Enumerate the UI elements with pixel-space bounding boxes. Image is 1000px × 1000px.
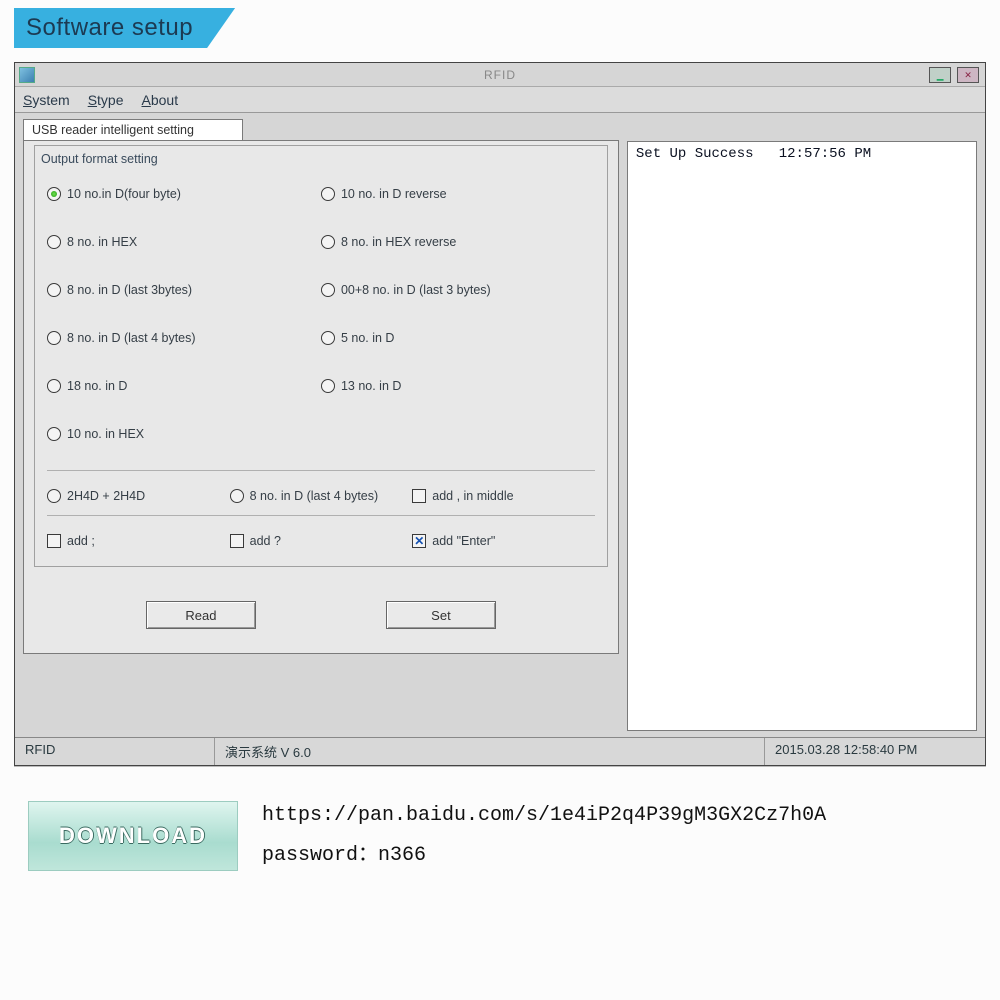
download-info: https://pan.baidu.com/s/1e4iP2q4P39gM3GX… (262, 796, 826, 876)
radio-label: 13 no. in D (341, 379, 401, 393)
radio-8d-last3[interactable] (47, 283, 61, 297)
radio-13d[interactable] (321, 379, 335, 393)
titlebar: RFID ▁ ✕ (15, 63, 985, 87)
radio-label: 2H4D + 2H4D (67, 489, 145, 503)
radio-10d-4byte[interactable] (47, 187, 61, 201)
section-heading-text: Software setup (14, 8, 235, 48)
tab-usb-reader[interactable]: USB reader intelligent setting (23, 119, 243, 140)
check-add-enter[interactable]: ✕ (412, 534, 426, 548)
menubar: System Stype About (15, 87, 985, 113)
check-label: add ? (250, 534, 281, 548)
radio-8hex-reverse[interactable] (321, 235, 335, 249)
radio-label: 8 no. in D (last 3bytes) (67, 283, 192, 297)
password-label: password： (262, 844, 378, 867)
radio-00-8d-last3[interactable] (321, 283, 335, 297)
radio-8d-last4b[interactable] (230, 489, 244, 503)
status-left: RFID (15, 738, 215, 765)
status-mid: 演示系统 V 6.0 (215, 738, 765, 765)
menu-system[interactable]: System (23, 92, 70, 108)
menu-about[interactable]: About (142, 92, 179, 108)
log-panel: Set Up Success 12:57:56 PM (627, 141, 977, 731)
section-heading: Software setup (14, 8, 235, 48)
radio-label: 10 no. in D reverse (341, 187, 447, 201)
radio-label: 10 no.in D(four byte) (67, 187, 181, 201)
group-title: Output format setting (35, 152, 607, 170)
check-add-qmark[interactable] (230, 534, 244, 548)
group-output-format: Output format setting 10 no.in D(four by… (34, 145, 608, 567)
close-button[interactable]: ✕ (957, 67, 979, 83)
minimize-button[interactable]: ▁ (929, 67, 951, 83)
radio-label: 8 no. in HEX reverse (341, 235, 456, 249)
radio-label: 8 no. in D (last 4 bytes) (67, 331, 196, 345)
radio-2h4d-2h4d[interactable] (47, 489, 61, 503)
download-button[interactable]: DOWNLOAD (28, 801, 238, 871)
window-buttons: ▁ ✕ (929, 67, 985, 83)
window-title: RFID (484, 68, 516, 82)
radio-10d-reverse[interactable] (321, 187, 335, 201)
app-icon (19, 67, 35, 83)
radio-label: 10 no. in HEX (67, 427, 144, 441)
download-url: https://pan.baidu.com/s/1e4iP2q4P39gM3GX… (262, 796, 826, 836)
radio-label: 00+8 no. in D (last 3 bytes) (341, 283, 491, 297)
radio-8d-last4[interactable] (47, 331, 61, 345)
radio-8hex[interactable] (47, 235, 61, 249)
panel-main: Output format setting 10 no.in D(four by… (23, 140, 619, 654)
radio-label: 8 no. in D (last 4 bytes) (250, 489, 379, 503)
check-label: add , in middle (432, 489, 513, 503)
check-label: add "Enter" (432, 534, 495, 548)
radio-10hex[interactable] (47, 427, 61, 441)
status-right: 2015.03.28 12:58:40 PM (765, 738, 985, 765)
radio-5d[interactable] (321, 331, 335, 345)
set-button[interactable]: Set (386, 601, 496, 629)
radio-label: 18 no. in D (67, 379, 127, 393)
statusbar: RFID 演示系统 V 6.0 2015.03.28 12:58:40 PM (15, 737, 985, 765)
read-button[interactable]: Read (146, 601, 256, 629)
app-window: RFID ▁ ✕ System Stype About USB reader i… (14, 62, 986, 766)
password-value: n366 (378, 844, 426, 867)
log-msg: Set Up Success (636, 146, 754, 726)
menu-stype[interactable]: Stype (88, 92, 124, 108)
radio-label: 5 no. in D (341, 331, 395, 345)
check-label: add ; (67, 534, 95, 548)
check-add-comma-middle[interactable] (412, 489, 426, 503)
radio-label: 8 no. in HEX (67, 235, 137, 249)
check-add-semicolon[interactable] (47, 534, 61, 548)
radio-18d[interactable] (47, 379, 61, 393)
log-time: 12:57:56 PM (779, 146, 871, 726)
